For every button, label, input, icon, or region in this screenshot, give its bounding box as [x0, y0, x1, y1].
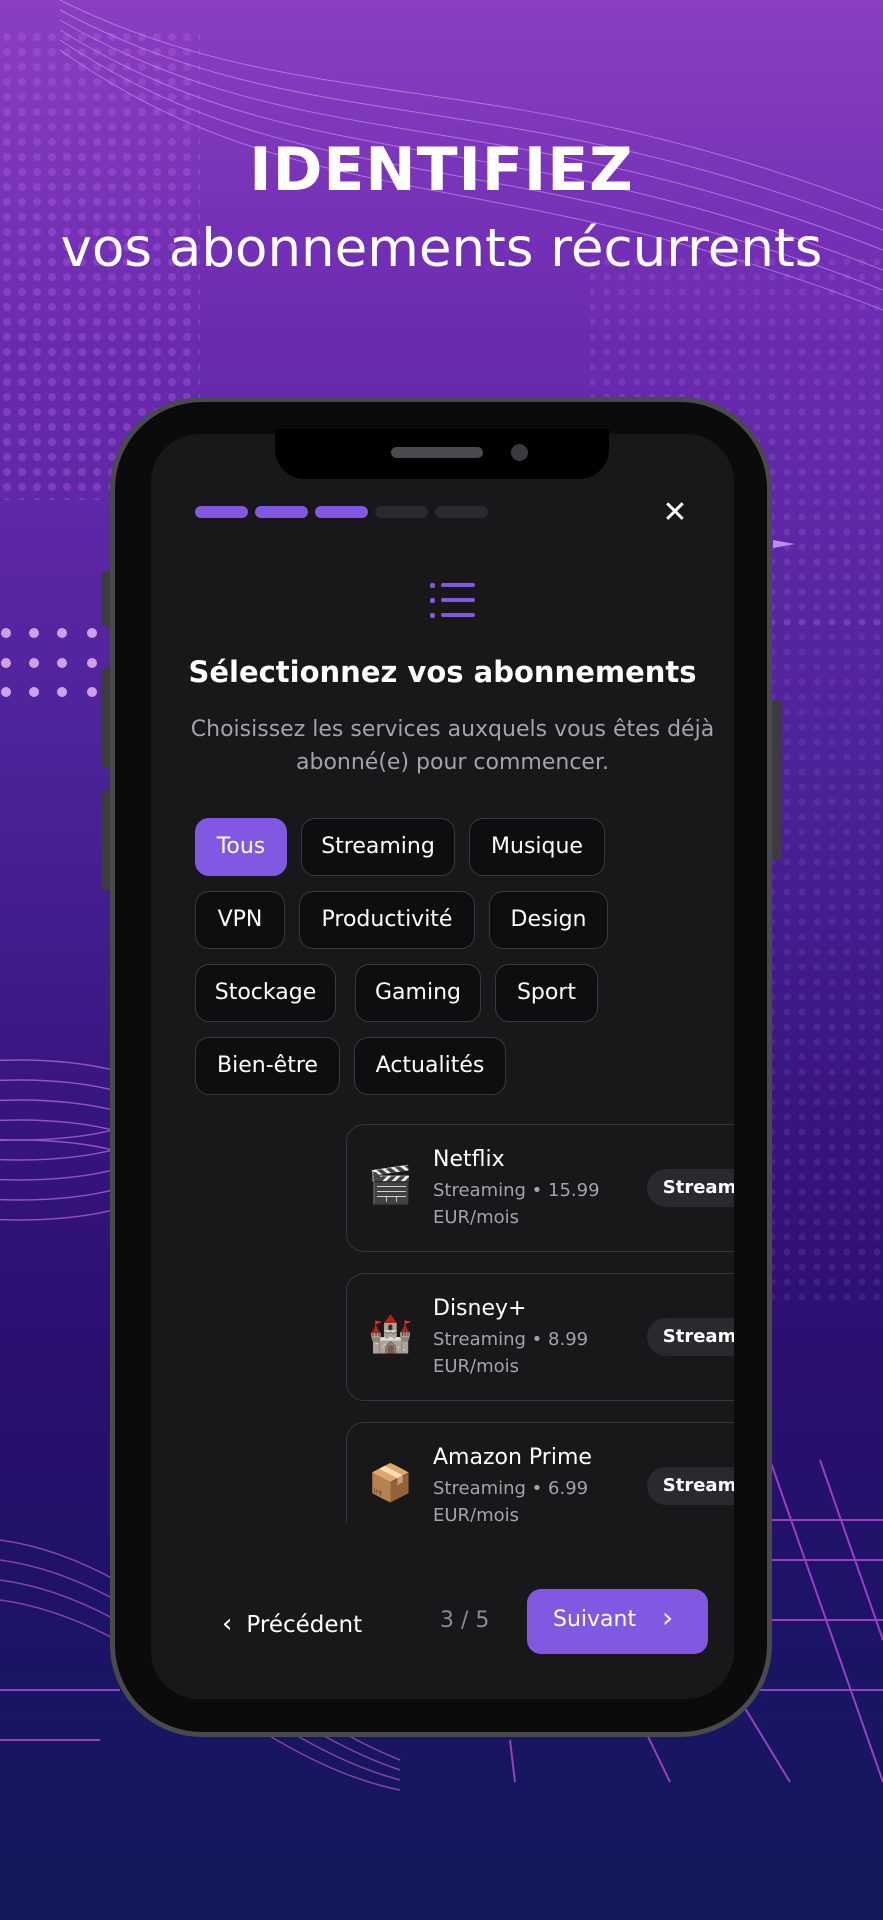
castle-icon: 🏰 — [368, 1314, 413, 1355]
headline-title: IDENTIFIEZ — [249, 135, 634, 205]
progress-step — [435, 506, 488, 518]
progress-step — [315, 506, 368, 518]
clapperboard-icon: 🎬 — [368, 1165, 413, 1206]
page-title: Sélectionnez vos abonnements — [188, 655, 697, 689]
service-name: Amazon Prime — [433, 1445, 592, 1470]
phone-power-button — [772, 700, 782, 860]
progress-step — [375, 506, 428, 518]
filter-chip-musique[interactable]: Musique — [469, 818, 605, 876]
filter-chip-actualites[interactable]: Actualités — [354, 1037, 506, 1095]
filter-chip-gaming[interactable]: Gaming — [355, 964, 481, 1022]
progress-step — [255, 506, 308, 518]
page-indicator: 3 / 5 — [440, 1608, 490, 1633]
service-name: Netflix — [433, 1147, 505, 1172]
category-badge: Streaming — [647, 1318, 734, 1356]
service-list[interactable]: 🎬 Netflix Streaming • 15.99 EUR/mois Str… — [151, 1100, 734, 1522]
service-card[interactable]: 🏰 Disney+ Streaming • 8.99 EUR/mois Stre… — [346, 1273, 734, 1401]
speaker — [391, 447, 483, 458]
service-meta: Streaming • 6.99 EUR/mois — [433, 1478, 589, 1522]
service-card[interactable]: 📦 Amazon Prime Streaming • 6.99 EUR/mois… — [346, 1422, 734, 1522]
filter-chip-sport[interactable]: Sport — [495, 964, 598, 1022]
previous-button[interactable]: ‹ Précédent — [222, 1594, 392, 1654]
filter-chip-stockage[interactable]: Stockage — [195, 964, 336, 1022]
filter-chip-design[interactable]: Design — [489, 891, 608, 949]
category-badge: Streaming — [647, 1169, 734, 1207]
category-badge: Streaming — [647, 1467, 734, 1505]
next-button[interactable]: Suivant › — [527, 1589, 708, 1654]
service-meta: Streaming • 8.99 EUR/mois — [433, 1329, 589, 1377]
package-icon: 📦 — [368, 1463, 413, 1504]
list-icon — [430, 583, 475, 618]
filter-chip-productivite[interactable]: Productivité — [299, 891, 475, 949]
filter-chip-vpn[interactable]: VPN — [195, 891, 285, 949]
filter-chip-tous[interactable]: Tous — [195, 818, 287, 876]
previous-label: Précédent — [246, 1612, 363, 1638]
chevron-left-icon: ‹ — [222, 1609, 233, 1639]
chevron-right-icon: › — [662, 1601, 674, 1634]
front-camera — [511, 444, 528, 461]
service-name: Disney+ — [433, 1296, 527, 1321]
page-subtitle: Choisissez les services auxquels vous êt… — [190, 717, 715, 775]
service-card[interactable]: 🎬 Netflix Streaming • 15.99 EUR/mois Str… — [346, 1124, 734, 1252]
filter-chip-bien-etre[interactable]: Bien-être — [195, 1037, 340, 1095]
headline-subtitle: vos abonnements récurrents — [60, 218, 823, 279]
next-label: Suivant — [553, 1607, 637, 1632]
filter-chip-streaming[interactable]: Streaming — [301, 818, 455, 876]
service-meta: Streaming • 15.99 EUR/mois — [433, 1180, 600, 1228]
progress-step — [195, 506, 248, 518]
close-icon[interactable]: ✕ — [660, 498, 690, 528]
